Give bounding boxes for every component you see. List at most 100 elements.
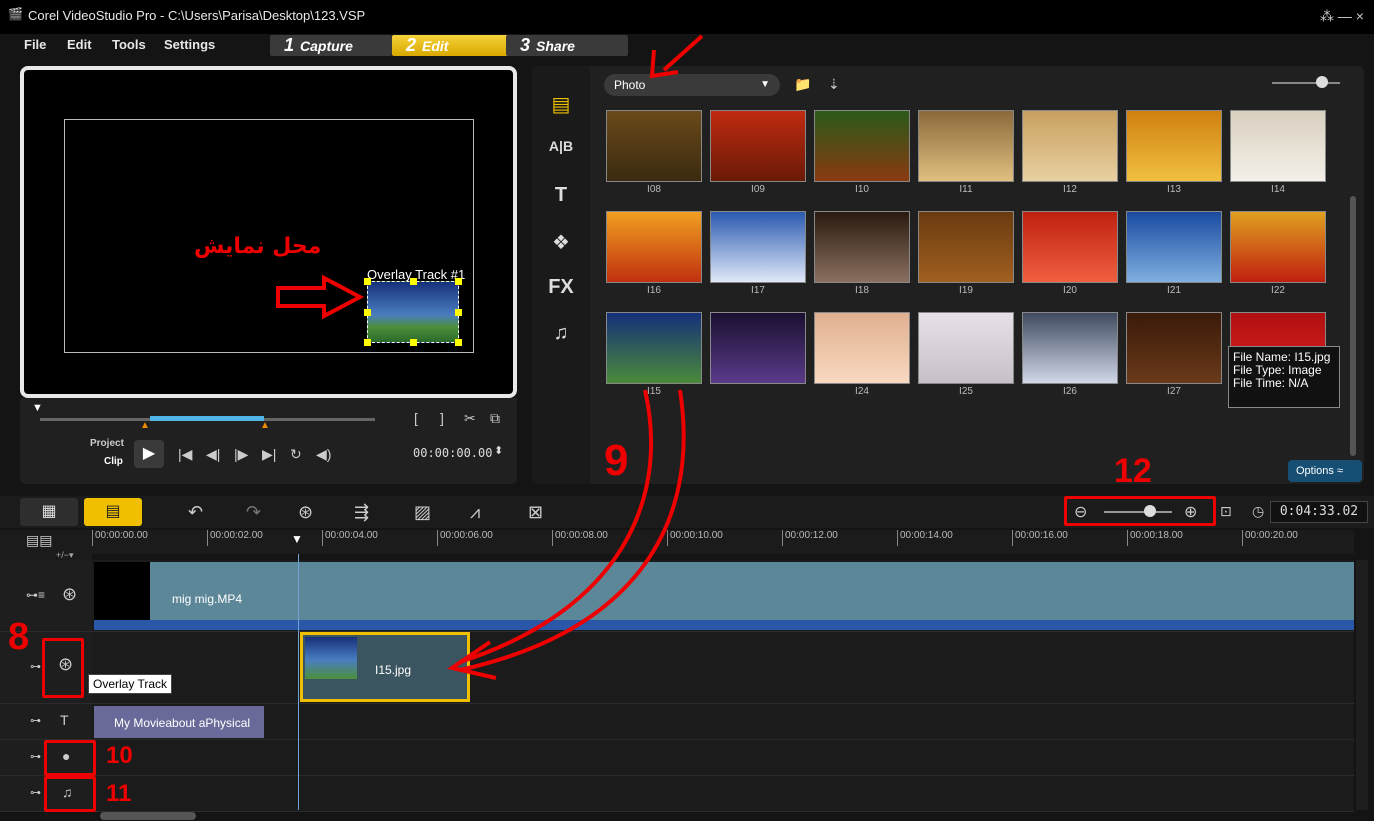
media-icon[interactable]: ▤ [546,92,576,118]
title-track-header: ⊶ T [0,704,92,739]
library-thumbnail-label: I17 [751,285,765,296]
preview-window[interactable]: محل نمایش Overlay Track #1 [20,66,517,398]
track-manager-icon[interactable]: ▤▤ [26,532,52,549]
library-thumbnail[interactable] [606,312,702,384]
overlay-lock-icon[interactable]: ⊶ [30,660,41,673]
annotation-box-overlay-track [42,638,84,698]
record-capture-icon[interactable]: ⊛ [298,502,313,523]
library-thumbnail[interactable] [814,312,910,384]
play-button[interactable]: ▶ [134,440,164,468]
library-thumbnail-label: I27 [1167,386,1181,397]
tab-share[interactable]: 3 Share [506,35,628,56]
overlay-clip-preview[interactable] [364,278,462,346]
previous-frame-icon[interactable]: ◀| [206,446,220,463]
title-icon[interactable]: T [546,184,576,210]
playhead-line [298,554,299,810]
library-scrollbar[interactable] [1350,196,1356,456]
clip-mode[interactable]: Clip [104,456,123,467]
mark-in-icon[interactable]: [ [414,410,418,426]
library-thumbnail[interactable] [710,211,806,283]
title-track-icon[interactable]: T [60,712,69,728]
music-lock-icon[interactable]: ⊶ [30,786,41,799]
menu-settings[interactable]: Settings [164,37,215,52]
zoom-in-icon[interactable]: ⊕ [1184,502,1197,522]
library-thumbnail[interactable] [710,110,806,182]
library-thumbnail[interactable] [1230,110,1326,182]
repeat-icon[interactable]: ↻ [290,446,302,463]
window-title: Corel VideoStudio Pro - C:\Users\Parisa\… [28,8,366,23]
timeline-ruler[interactable]: 00:00:00.00 00:00:02.00 00:00:04.00 00:00:0… [92,530,1354,554]
graphic-icon[interactable]: ❖ [546,230,576,256]
library-thumbnail[interactable] [1022,312,1118,384]
thumbnail-size-handle[interactable] [1316,76,1328,88]
filter-fx-icon[interactable]: FX [546,276,576,302]
transition-icon[interactable]: A|B [546,138,576,164]
trim-range[interactable] [150,416,264,421]
zoom-slider[interactable] [1104,511,1172,513]
auto-music-icon[interactable]: ▨ [414,502,431,523]
title-clip[interactable]: My Movieabout aPhysical [94,706,264,738]
smart-proxy-icon[interactable]: ⇶ [354,502,369,523]
project-mode[interactable]: Project [90,438,124,449]
library-thumbnail[interactable] [606,211,702,283]
zoom-slider-handle[interactable] [1144,505,1156,517]
options-button[interactable]: Options ≈ [1288,460,1362,482]
library-thumbnail-label: I13 [1167,184,1181,195]
title-lock-icon[interactable]: ⊶ [30,714,41,727]
video-track-icon[interactable]: ⊛ [62,584,77,605]
library-thumbnail[interactable] [1126,312,1222,384]
music-track: ⊶ ♫ [0,776,1354,812]
audio-icon[interactable]: ♫ [546,322,576,348]
library-thumbnail-label: I18 [855,285,869,296]
library-thumbnail-label: I20 [1063,285,1077,296]
library-thumbnail[interactable] [1126,211,1222,283]
library-thumbnail[interactable] [814,110,910,182]
tab-capture[interactable]: 1 Capture [270,35,392,56]
home-icon[interactable]: |◀ [178,446,192,463]
library-thumbnail[interactable] [918,211,1014,283]
redo-icon[interactable]: ↷ [246,502,261,523]
library-thumbnail[interactable] [1022,211,1118,283]
annotation-number-8: 8 [8,616,30,658]
library-thumbnail-label: I09 [751,184,765,195]
library-thumbnail[interactable] [918,312,1014,384]
video-clip[interactable]: mig mig.MP4 [94,562,1354,620]
zoom-out-icon[interactable]: ⊖ [1074,502,1087,522]
project-duration: 0:04:33.02 [1270,501,1368,523]
timeline-horizontal-scrollbar[interactable] [100,812,196,820]
library-thumbnail[interactable] [814,211,910,283]
import-folder-icon[interactable]: 📁 [794,76,811,93]
menu-file[interactable]: File [24,37,46,52]
track-ripple-icon[interactable]: ⊶≡ [26,588,45,602]
fit-project-icon[interactable]: ⊡ [1220,503,1232,520]
storyboard-view-button[interactable]: ▦ [20,498,78,526]
timeline-view-button[interactable]: ▤ [84,498,142,526]
timeline-vertical-scrollbar[interactable] [1356,560,1368,810]
annotation-arrow-dropdown [649,34,704,79]
menu-tools[interactable]: Tools [112,37,146,52]
tab-edit[interactable]: 2 Edit [392,35,514,56]
next-frame-icon[interactable]: |▶ [234,446,248,463]
undo-icon[interactable]: ↶ [188,502,203,523]
library-thumbnail[interactable] [918,110,1014,182]
voice-track: ⊶ ● [0,740,1354,776]
library-thumbnail[interactable] [1126,110,1222,182]
playhead-marker[interactable]: ▼ [291,532,303,546]
menu-edit[interactable]: Edit [67,37,92,52]
trim-end-marker[interactable]: ▲ [260,420,270,431]
sort-icon[interactable]: ⇣ [828,76,840,93]
scrubber-handle[interactable]: ▼ [32,402,43,414]
voice-lock-icon[interactable]: ⊶ [30,750,41,763]
library-thumbnail[interactable] [1230,211,1326,283]
trim-start-marker[interactable]: ▲ [140,420,150,431]
library-thumbnail[interactable] [1022,110,1118,182]
volume-icon[interactable]: ◀) [316,446,331,463]
window-controls[interactable]: ⁂ — × [1320,8,1364,25]
annotation-box-voice-track [44,740,96,776]
clock-icon: ◷ [1252,503,1265,519]
library-thumbnail[interactable] [710,312,806,384]
library-thumbnail[interactable] [606,110,702,182]
end-icon[interactable]: ▶| [262,446,276,463]
library-thumbnail-label: I22 [1271,285,1285,296]
thumbnail-size-slider[interactable] [1272,82,1340,84]
